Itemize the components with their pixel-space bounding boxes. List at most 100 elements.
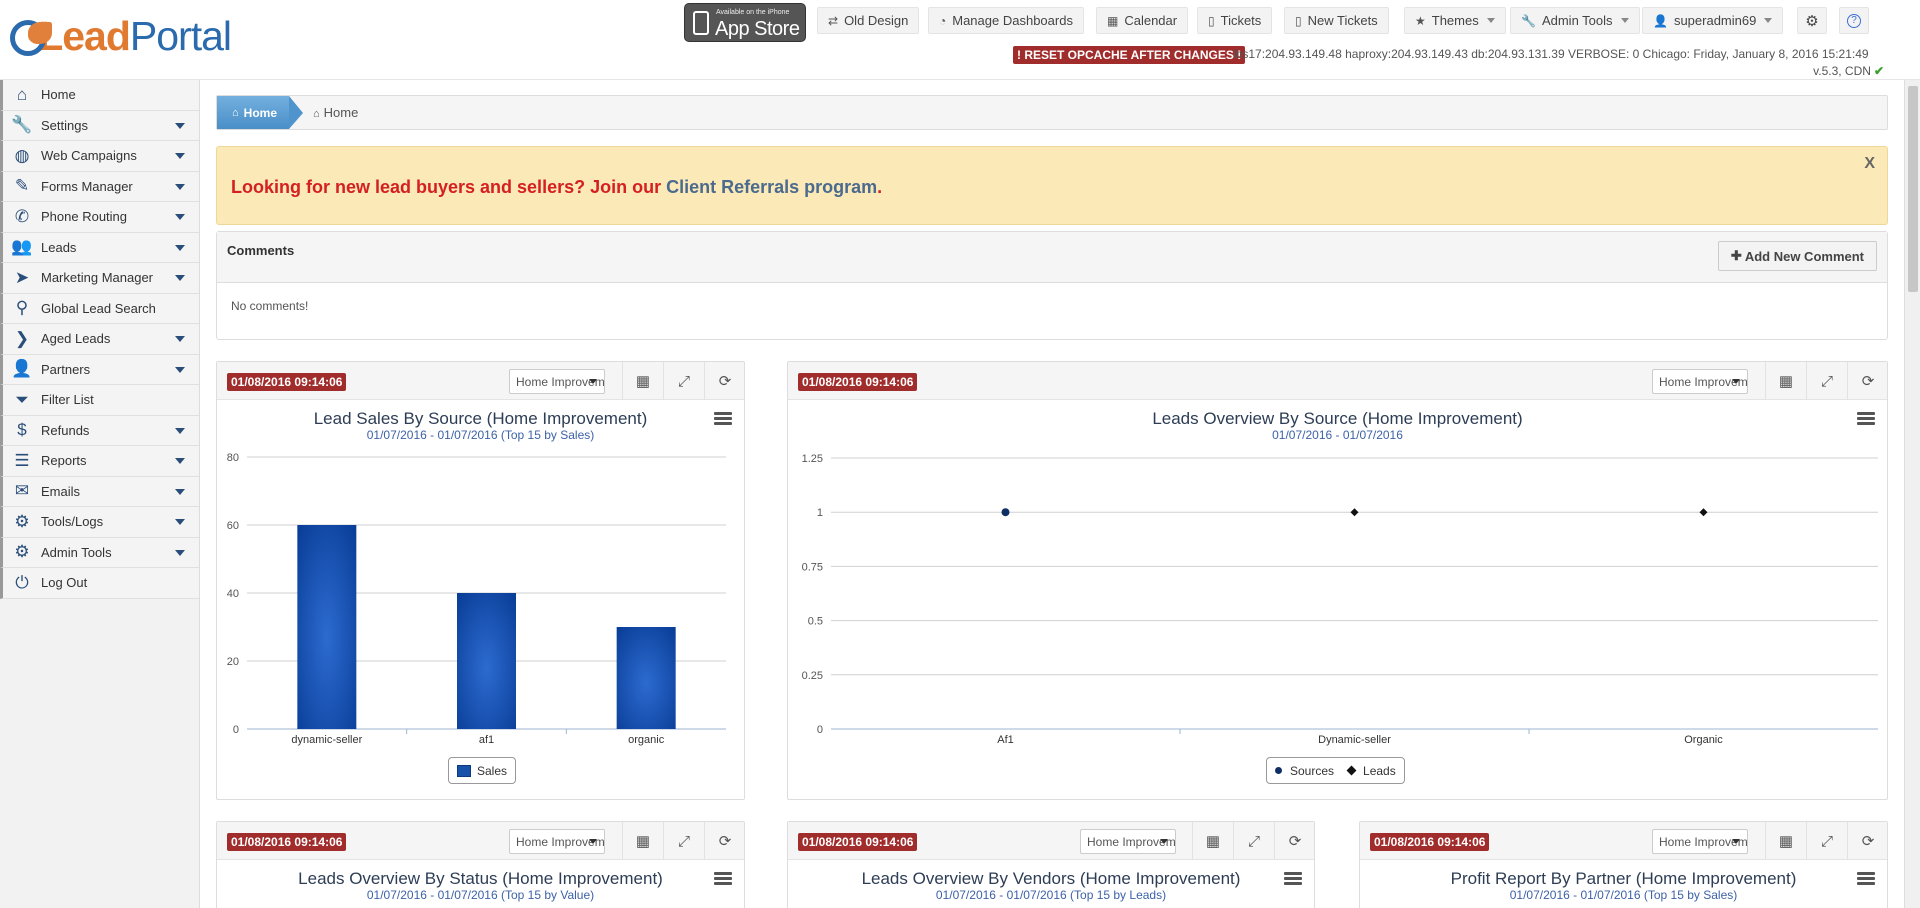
add-comment-button[interactable]: ✚ Add New Comment — [1717, 241, 1877, 271]
themes-button[interactable]: ★ Themes — [1404, 7, 1506, 34]
app-store-badge[interactable]: Available on the iPhone App Store — [684, 3, 806, 42]
widget-vertical-select[interactable]: Home Improvement — [1080, 829, 1176, 854]
tickets-button[interactable]: ▯ Tickets — [1197, 7, 1273, 34]
chart-subtitle: 01/07/2016 - 01/07/2016 (Top 15 by Sales… — [366, 428, 595, 442]
widget-expand-button[interactable]: ⤢ — [1233, 822, 1274, 860]
widget-refresh-button[interactable]: ⟳ — [1847, 822, 1887, 860]
new-tickets-button[interactable]: ▯ New Tickets — [1284, 7, 1389, 34]
widget-expand-button[interactable]: ⤢ — [1806, 822, 1847, 860]
sidebar-item-aged-leads[interactable]: ❯ Aged Leads — [0, 324, 199, 355]
sidebar-item-label: Aged Leads — [41, 331, 111, 347]
chart-menu-icon[interactable] — [1857, 872, 1875, 886]
leadportal-logo[interactable]: LeadPortal — [6, 6, 232, 66]
cog-icon: ⚙ — [14, 511, 30, 531]
chart-menu-icon[interactable] — [714, 872, 732, 886]
sidebar-item-phone-routing[interactable]: ✆ Phone Routing — [0, 202, 199, 233]
help-button[interactable]: ? — [1839, 7, 1869, 34]
y-tick-label: 80 — [227, 452, 239, 464]
chart-title: Leads Overview By Status (Home Improveme… — [298, 869, 663, 888]
calendar-icon: ▦ — [1205, 833, 1221, 850]
widget-refresh-button[interactable]: ⟳ — [704, 822, 744, 860]
caret-down-icon — [175, 275, 185, 281]
old-design-button[interactable]: ⇄ Old Design — [817, 7, 920, 34]
sidebar-item-settings[interactable]: 🔧 Settings — [0, 110, 199, 141]
caret-down-icon — [175, 488, 185, 495]
sidebar-item-refunds[interactable]: $ Refunds — [0, 415, 199, 446]
globe-icon: ◍ — [14, 145, 30, 165]
widget-vertical-select[interactable]: Home Improvement — [1652, 369, 1748, 394]
search-icon: ⚲ — [15, 298, 29, 318]
sidebar-item-partners[interactable]: 👤 Partners — [0, 354, 199, 385]
widget-refresh-button[interactable]: ⟳ — [1274, 822, 1314, 860]
calendar-icon: ▦ — [1778, 373, 1794, 390]
scrollbar-thumb[interactable] — [1908, 86, 1918, 292]
sidebar-item-tools-logs[interactable]: ⚙ Tools/Logs — [0, 507, 199, 538]
x-tick-label: Dynamic-seller — [1318, 734, 1391, 746]
settings-gear-button[interactable]: ⚙ — [1797, 7, 1827, 34]
comments-title: Comments — [227, 243, 295, 258]
bar-dynamic-seller — [297, 525, 357, 729]
sidebar-item-home[interactable]: ⌂ Home — [0, 80, 199, 111]
caret-down-icon — [175, 366, 185, 373]
client-referrals-link[interactable]: Client Referrals program — [666, 177, 877, 197]
widget-date-badge: 01/08/2016 09:14:06 — [798, 373, 918, 391]
sidebar-item-emails[interactable]: ✉ Emails — [0, 476, 199, 507]
money-bag-icon: $ — [17, 420, 27, 440]
chart-legend[interactable]: Sources Leads — [1266, 757, 1405, 784]
sidebar-item-admin-tools[interactable]: ⚙ Admin Tools — [0, 537, 199, 568]
widget-calendar-button[interactable]: ▦ — [622, 362, 663, 400]
sidebar-item-web-campaigns[interactable]: ◍ Web Campaigns — [0, 141, 199, 172]
chart-subtitle: 01/07/2016 - 01/07/2016 (Top 15 by Value… — [366, 888, 595, 902]
breadcrumb-arrow — [289, 96, 303, 129]
widget-vertical-select[interactable]: Home Improvement — [1652, 829, 1748, 854]
sidebar-item-marketing-manager[interactable]: ➤ Marketing Manager — [0, 263, 199, 294]
admin-tools-button[interactable]: 🔧 Admin Tools — [1510, 7, 1640, 34]
alert-close-button[interactable]: X — [1864, 155, 1875, 173]
sidebar-item-global-lead-search[interactable]: ⚲ Global Lead Search — [0, 293, 199, 324]
widget-expand-button[interactable]: ⤢ — [663, 362, 704, 400]
widget-vertical-select[interactable]: Home Improvement — [509, 369, 605, 394]
widget-calendar-button[interactable]: ▦ — [622, 822, 663, 860]
caret-down-icon — [1764, 18, 1773, 23]
page-scrollbar[interactable] — [1904, 80, 1920, 908]
breadcrumb-home[interactable]: ⌂ Home — [217, 96, 289, 129]
widget-refresh-button[interactable]: ⟳ — [1847, 362, 1887, 400]
sidebar-item-label: Log Out — [41, 575, 88, 591]
sidebar-item-reports[interactable]: ☰ Reports — [0, 446, 199, 477]
sidebar-item-filter-list[interactable]: ⏷ Filter List — [0, 385, 199, 416]
widget-expand-button[interactable]: ⤢ — [1806, 362, 1847, 400]
gear-icon: ⚙ — [1805, 12, 1819, 30]
widget-refresh-button[interactable]: ⟳ — [704, 362, 744, 400]
widget-calendar-button[interactable]: ▦ — [1192, 822, 1233, 860]
widget-vertical-select[interactable]: Home Improvement — [509, 829, 605, 854]
expand-icon: ⤢ — [677, 832, 690, 850]
chart-menu-icon[interactable] — [714, 412, 732, 426]
user-menu-button[interactable]: 👤 superadmin69 — [1642, 7, 1784, 34]
sidebar-item-forms-manager[interactable]: ✎ Forms Manager — [0, 171, 199, 202]
list-icon: ☰ — [14, 450, 30, 470]
chart-menu-icon[interactable] — [1284, 872, 1302, 886]
calendar-button[interactable]: ▦ Calendar — [1096, 7, 1189, 34]
alert-message: Looking for new lead buyers and sellers?… — [231, 177, 883, 197]
chart-subtitle: 01/07/2016 - 01/07/2016 (Top 15 by Sales… — [1509, 888, 1738, 902]
partners-icon: 👤 — [11, 359, 33, 379]
widget-toolbar: 01/08/2016 09:14:06 Home Improvement ▦ ⤢… — [1360, 822, 1887, 860]
sidebar-item-label: Filter List — [41, 392, 94, 408]
legend-label-sources: Sources — [1290, 763, 1335, 778]
caret-down-icon — [1732, 839, 1740, 844]
widget-calendar-button[interactable]: ▦ — [1765, 362, 1806, 400]
y-tick-label: 0.5 — [808, 616, 823, 628]
expand-icon: ⤢ — [1820, 372, 1833, 390]
sidebar-item-label: Home — [41, 87, 76, 103]
chart-menu-icon[interactable] — [1857, 412, 1875, 426]
star-icon: ★ — [1415, 13, 1426, 28]
widget-expand-button[interactable]: ⤢ — [663, 822, 704, 860]
widget-calendar-button[interactable]: ▦ — [1765, 822, 1806, 860]
widget-lead-sales-by-source: 01/08/2016 09:14:06 Home Improvement ▦ ⤢… — [216, 361, 745, 800]
edit-icon: ✎ — [14, 176, 30, 196]
chart-legend[interactable]: Sales — [448, 757, 517, 784]
caret-down-icon — [1160, 839, 1168, 844]
sidebar-item-leads[interactable]: 👥 Leads — [0, 232, 199, 263]
sidebar-item-log-out[interactable]: ⏻ Log Out — [0, 568, 199, 599]
manage-dashboards-button[interactable]: ◔ Manage Dashboards — [928, 7, 1084, 34]
